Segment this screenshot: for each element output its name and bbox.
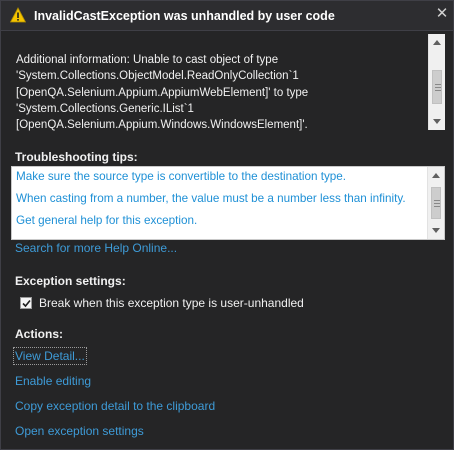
warning-icon xyxy=(10,7,26,23)
close-icon[interactable]: ✕ xyxy=(434,6,450,22)
scroll-up-arrow-icon[interactable] xyxy=(431,171,441,181)
view-detail-link[interactable]: View Detail... xyxy=(13,347,87,365)
tip-link-general-help[interactable]: Get general help for this exception. xyxy=(16,214,197,227)
info-line: Additional information: Unable to cast o… xyxy=(16,54,279,66)
actions-header: Actions: xyxy=(15,327,63,341)
scroll-down-arrow-icon[interactable] xyxy=(432,116,442,126)
additional-information-text: Additional information: Unable to cast o… xyxy=(16,52,421,133)
tip-link-convertible[interactable]: Make sure the source type is convertible… xyxy=(16,170,346,183)
scroll-up-arrow-icon[interactable] xyxy=(432,38,442,48)
troubleshooting-tips-list[interactable]: Make sure the source type is convertible… xyxy=(11,166,445,240)
info-line: [OpenQA.Selenium.Appium.AppiumWebElement… xyxy=(16,86,309,99)
info-line: 'System.Collections.ObjectModel.ReadOnly… xyxy=(16,70,299,83)
break-on-exception-checkbox[interactable] xyxy=(20,297,32,309)
dialog-title: InvalidCastException was unhandled by us… xyxy=(34,9,335,23)
break-on-exception-label[interactable]: Break when this exception type is user-u… xyxy=(39,296,304,310)
checkmark-icon xyxy=(22,299,31,308)
tip-link-infinity[interactable]: When casting from a number, the value mu… xyxy=(16,192,406,205)
exception-settings-header: Exception settings: xyxy=(15,274,126,288)
additional-information-box[interactable]: Additional information: Unable to cast o… xyxy=(11,34,445,132)
info-line: [OpenQA.Selenium.Appium.Windows.WindowsE… xyxy=(16,119,308,132)
info-scrollbar[interactable] xyxy=(428,34,445,130)
title-bar: InvalidCastException was unhandled by us… xyxy=(1,1,453,31)
tips-scrollbar[interactable] xyxy=(427,167,444,239)
info-scrollbar-thumb[interactable] xyxy=(432,70,442,104)
troubleshooting-header: Troubleshooting tips: xyxy=(15,150,138,164)
enable-editing-link[interactable]: Enable editing xyxy=(15,374,91,388)
scroll-down-arrow-icon[interactable] xyxy=(431,225,441,235)
info-line: 'System.Collections.Generic.IList`1 xyxy=(16,102,194,115)
tips-scrollbar-thumb[interactable] xyxy=(431,187,441,219)
exception-dialog: InvalidCastException was unhandled by us… xyxy=(0,0,454,450)
open-exception-settings-link[interactable]: Open exception settings xyxy=(15,424,144,438)
copy-exception-detail-link[interactable]: Copy exception detail to the clipboard xyxy=(15,399,215,413)
search-help-online-link[interactable]: Search for more Help Online... xyxy=(15,241,177,255)
